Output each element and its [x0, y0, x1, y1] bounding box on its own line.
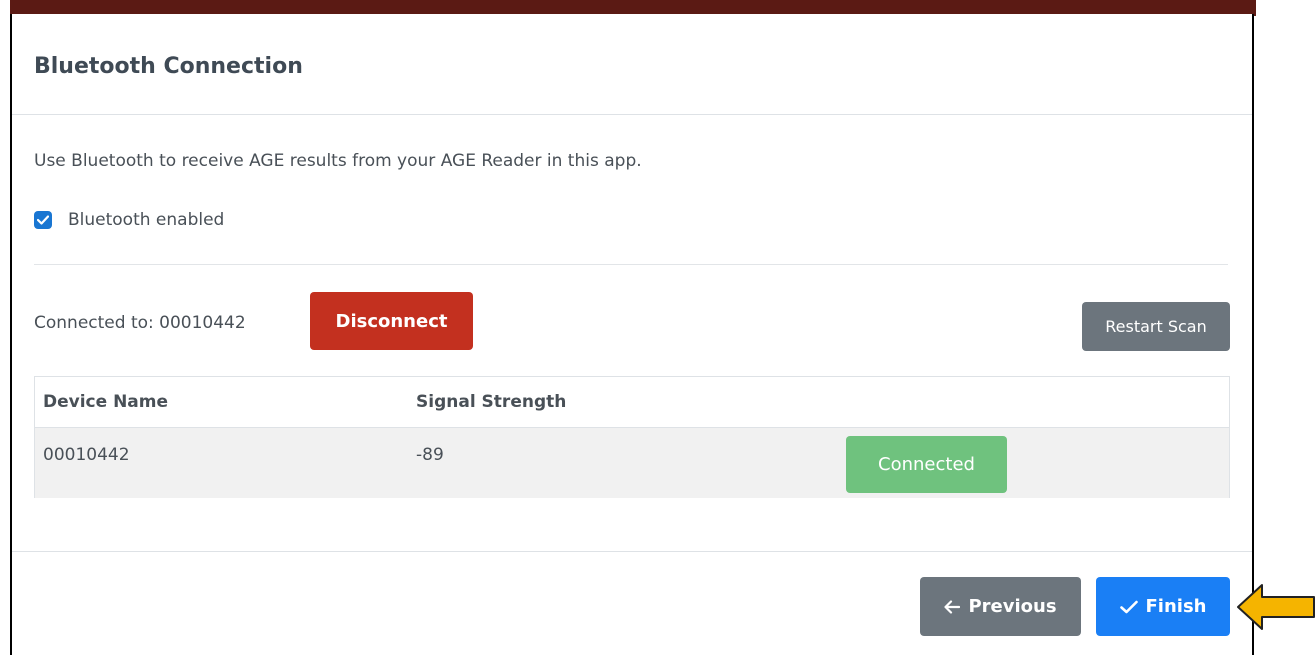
arrow-left-icon	[944, 599, 961, 614]
divider	[34, 264, 1228, 265]
modal-header: Bluetooth Connection	[12, 14, 1252, 115]
checkmark-icon	[1119, 600, 1138, 614]
arrow-pointer-icon	[1237, 584, 1315, 630]
modal-footer: Previous Finish	[12, 552, 1252, 656]
previous-label: Previous	[968, 596, 1057, 617]
modal-title: Bluetooth Connection	[34, 53, 303, 79]
bluetooth-connection-modal: Bluetooth Connection Use Bluetooth to re…	[10, 14, 1254, 655]
disconnect-button[interactable]: Disconnect	[310, 292, 473, 350]
column-header-device-name: Device Name	[43, 392, 169, 412]
checkbox-icon[interactable]	[34, 211, 52, 229]
device-name-cell: 00010442	[43, 445, 130, 465]
connected-to-label: Connected to: 00010442	[34, 313, 246, 333]
finish-label: Finish	[1145, 596, 1207, 617]
previous-button[interactable]: Previous	[920, 577, 1081, 636]
connected-status-button[interactable]: Connected	[846, 436, 1007, 493]
restart-scan-button[interactable]: Restart Scan	[1082, 302, 1230, 351]
device-table: Device Name Signal Strength 00010442 -89…	[34, 376, 1230, 498]
intro-text: Use Bluetooth to receive AGE results fro…	[34, 151, 642, 171]
table-row: 00010442 -89 Connected	[35, 428, 1229, 498]
bluetooth-enabled-row[interactable]: Bluetooth enabled	[34, 210, 224, 230]
column-header-signal-strength: Signal Strength	[416, 392, 567, 412]
table-header: Device Name Signal Strength	[35, 377, 1229, 428]
modal-body: Use Bluetooth to receive AGE results fro…	[12, 115, 1252, 552]
finish-button[interactable]: Finish	[1096, 577, 1230, 636]
bluetooth-enabled-label: Bluetooth enabled	[68, 210, 225, 230]
signal-strength-cell: -89	[416, 445, 444, 465]
